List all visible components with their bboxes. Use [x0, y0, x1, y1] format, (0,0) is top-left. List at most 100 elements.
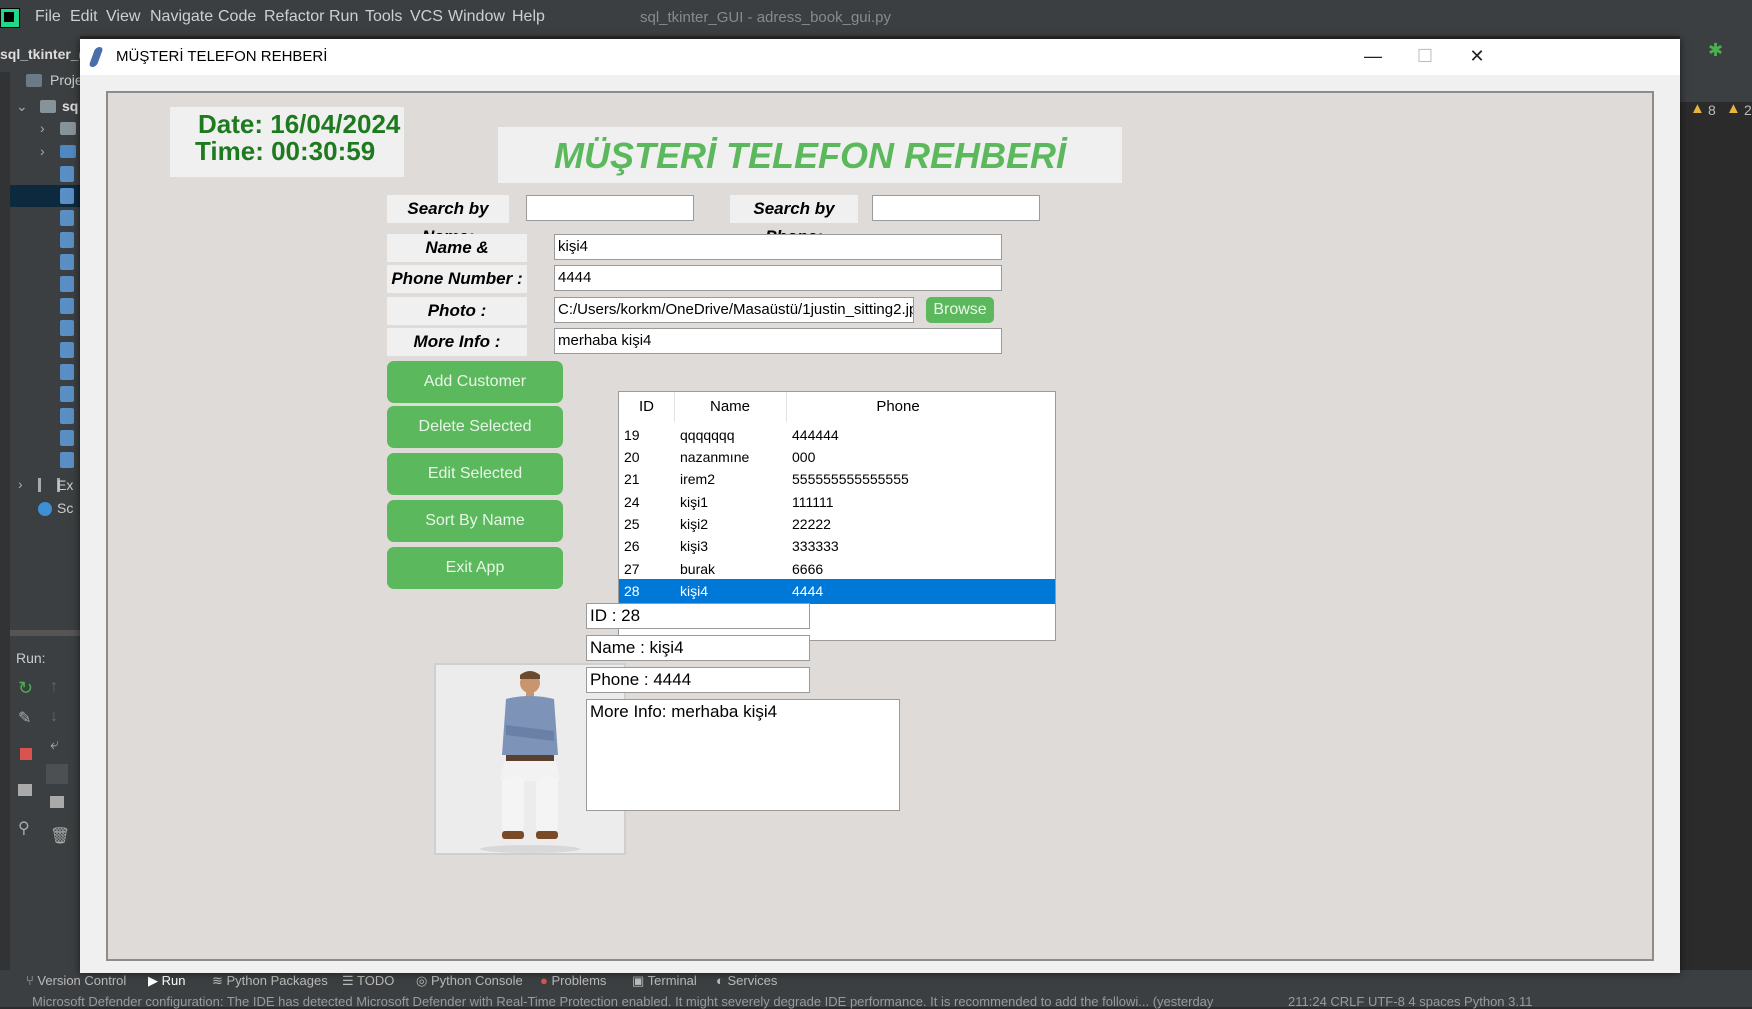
- sort-by-name-button[interactable]: Sort By Name: [387, 500, 563, 542]
- scratches-label[interactable]: Sc: [57, 500, 73, 516]
- exit-app-button[interactable]: Exit App: [387, 547, 563, 589]
- menu-file[interactable]: File: [35, 8, 61, 26]
- pin-icon[interactable]: ⚲: [18, 818, 30, 838]
- edit-selected-button[interactable]: Edit Selected: [387, 453, 563, 495]
- tab-python-packages[interactable]: ≋ Python Packages: [212, 973, 328, 989]
- python-file-icon[interactable]: [60, 188, 74, 204]
- project-tab[interactable]: Proje: [50, 72, 83, 88]
- layout-icon[interactable]: [18, 784, 32, 796]
- menu-view[interactable]: View: [106, 8, 140, 26]
- project-name[interactable]: sql_tkinter_(: [0, 46, 83, 62]
- tab-version-control[interactable]: ⑂ Version Control: [26, 973, 126, 988]
- table-row[interactable]: 26 kişi3 333333: [619, 534, 1055, 559]
- menu-refactor[interactable]: Refactor: [264, 8, 324, 26]
- cell-id: 26: [624, 538, 640, 554]
- detail-info-textbox[interactable]: More Info: merhaba kişi4: [586, 699, 900, 811]
- python-file-icon[interactable]: [60, 342, 74, 358]
- rerun-icon[interactable]: ↻: [18, 678, 33, 699]
- tab-terminal[interactable]: ▣ Terminal: [632, 973, 697, 989]
- arrow-up-icon[interactable]: ↑: [50, 678, 58, 696]
- name-label: Name & Surname :: [387, 234, 527, 285]
- menu-vcs[interactable]: VCS: [410, 8, 443, 26]
- trash-icon[interactable]: 🗑: [50, 826, 70, 846]
- phone-label: Phone Number :: [387, 265, 527, 293]
- ide-project-panel: sql_tkinter_( Proje ⌄ sq › › › Ex Sc Run…: [0, 36, 83, 976]
- window-titlebar[interactable]: MÜŞTERİ TELEFON REHBERİ — ☐ ✕: [80, 39, 1680, 75]
- column-header-id[interactable]: ID: [619, 392, 675, 422]
- python-file-icon[interactable]: [60, 320, 74, 336]
- window-title: MÜŞTERİ TELEFON REHBERİ: [116, 48, 328, 65]
- python-file-icon[interactable]: [60, 408, 74, 424]
- table-row[interactable]: 21 irem2 555555555555555: [619, 467, 1055, 492]
- menu-navigate[interactable]: Navigate: [150, 8, 213, 26]
- python-file-icon[interactable]: [60, 386, 74, 402]
- delete-selected-button[interactable]: Delete Selected: [387, 406, 563, 448]
- menu-code[interactable]: Code: [218, 8, 256, 26]
- info-input[interactable]: merhaba kişi4: [554, 328, 1002, 354]
- menu-window[interactable]: Window: [448, 8, 505, 26]
- soft-wrap-icon[interactable]: ⤶: [50, 736, 59, 754]
- name-input[interactable]: kişi4: [554, 234, 1002, 260]
- cell-name: kişi4: [680, 583, 709, 599]
- add-customer-button[interactable]: Add Customer: [387, 361, 563, 403]
- external-libraries-label[interactable]: Ex: [57, 477, 73, 493]
- scroll-to-end-icon[interactable]: [46, 764, 68, 784]
- search-name-input[interactable]: [526, 195, 694, 221]
- banner-title: MÜŞTERİ TELEFON REHBERİ: [553, 135, 1066, 176]
- detail-id-field[interactable]: ID : 28: [586, 603, 810, 629]
- warning-count[interactable]: 8: [1708, 102, 1716, 118]
- column-header-name[interactable]: Name: [674, 392, 787, 422]
- chevron-right-icon[interactable]: ›: [18, 476, 23, 492]
- tree-root-label[interactable]: sq: [62, 98, 78, 114]
- search-phone-input[interactable]: [872, 195, 1040, 221]
- tab-python-console[interactable]: ◎ Python Console: [416, 973, 523, 989]
- close-button[interactable]: ✕: [1448, 39, 1506, 75]
- python-file-icon[interactable]: [60, 254, 74, 270]
- photo-path-input[interactable]: C:/Users/korkm/OneDrive/Masaüstü/1justin…: [554, 297, 914, 323]
- cell-phone: 555555555555555: [792, 471, 909, 487]
- python-file-icon[interactable]: [60, 298, 74, 314]
- python-file-icon[interactable]: [60, 430, 74, 446]
- python-file-icon[interactable]: [60, 232, 74, 248]
- tab-services[interactable]: ◐ Services: [716, 973, 777, 988]
- chevron-right-icon[interactable]: ›: [40, 120, 45, 136]
- arrow-down-icon[interactable]: ↓: [50, 708, 58, 726]
- ide-tool-strip: [0, 72, 10, 972]
- tab-label: Services: [727, 973, 778, 988]
- tab-todo[interactable]: ☰ TODO: [342, 973, 394, 989]
- app-window: MÜŞTERİ TELEFON REHBERİ — ☐ ✕ Date: 16/0…: [80, 39, 1680, 973]
- maximize-button[interactable]: ☐: [1396, 39, 1454, 75]
- table-row-selected[interactable]: 28 kişi4 4444: [619, 579, 1055, 604]
- menu-help[interactable]: Help: [512, 8, 545, 26]
- browse-button[interactable]: Browse: [926, 297, 994, 323]
- tk-feather-icon: [88, 47, 104, 67]
- detail-phone-field[interactable]: Phone : 4444: [586, 667, 810, 693]
- time-label: Time: 00:30:59: [195, 136, 376, 166]
- search-phone-label: Search by Phone:: [730, 195, 858, 246]
- minimize-button[interactable]: —: [1344, 39, 1402, 75]
- main-frame: Date: 16/04/2024 Time: 00:30:59 MÜŞTERİ …: [106, 91, 1654, 961]
- tab-run[interactable]: ▶ Run: [148, 973, 185, 989]
- python-file-icon[interactable]: [60, 452, 74, 468]
- tab-label: Terminal: [647, 973, 697, 988]
- column-header-phone[interactable]: Phone: [786, 392, 1010, 422]
- print-icon[interactable]: [50, 796, 64, 808]
- menu-edit[interactable]: Edit: [70, 8, 98, 26]
- menu-run[interactable]: Run: [329, 8, 358, 26]
- wrench-icon[interactable]: ✎: [18, 708, 31, 728]
- phone-input[interactable]: 4444: [554, 265, 1002, 291]
- stop-icon[interactable]: [20, 748, 32, 760]
- python-file-icon[interactable]: [60, 364, 74, 380]
- cell-id: 28: [624, 583, 640, 599]
- tab-problems[interactable]: ● Problems: [540, 973, 606, 988]
- python-file-icon[interactable]: [60, 276, 74, 292]
- debug-icon[interactable]: ✱: [1708, 40, 1723, 61]
- python-file-icon[interactable]: [60, 166, 74, 182]
- panel-scrollbar[interactable]: [10, 630, 80, 636]
- chevron-down-icon[interactable]: ⌄: [16, 98, 28, 115]
- menu-tools[interactable]: Tools: [365, 8, 402, 26]
- chevron-right-icon[interactable]: ›: [40, 143, 45, 159]
- python-file-icon[interactable]: [60, 210, 74, 226]
- weak-warning-count[interactable]: 2: [1744, 102, 1752, 118]
- detail-name-field[interactable]: Name : kişi4: [586, 635, 810, 661]
